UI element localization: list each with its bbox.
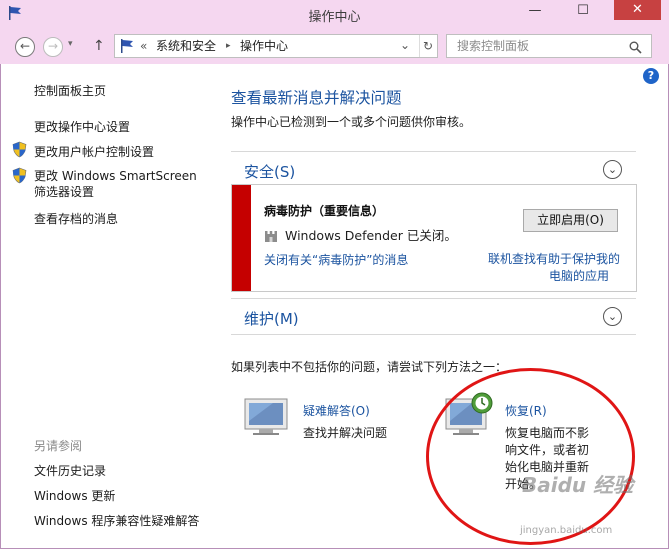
back-button[interactable]: ← [15,37,35,57]
alert-severity-bar [232,185,251,291]
recent-pages-chevron-icon[interactable]: ▾ [68,39,73,49]
uac-shield-icon [12,167,27,188]
intro-text: 操作中心已检测到一个或多个问题供你审核。 [231,115,472,129]
breadcrumb-action-center[interactable]: 操作中心 [240,35,288,57]
defender-castle-icon [264,227,278,246]
forward-button[interactable]: → [43,37,63,57]
security-title: 安全(S) [244,163,296,181]
sidebar-item-archived-messages[interactable]: 查看存档的消息 [34,210,118,227]
defender-status: Windows Defender 已关闭。 [285,228,457,243]
navigation-bar: ← → ▾ ↑ « 系统和安全 ▸ 操作中心 ⌄ ↻ 搜索控制面板 [0,30,669,64]
minimize-button[interactable]: — [520,0,550,22]
security-chevron-icon[interactable]: ⌄ [603,160,622,179]
breadcrumb-overflow[interactable]: « [140,35,147,57]
sidebar-item-control-panel-home[interactable]: 控制面板主页 [34,82,106,99]
sidebar-item-compatibility-troubleshooter[interactable]: Windows 程序兼容性疑难解答 [34,512,199,529]
title-bar: 操作中心 — ☐ ✕ [0,0,669,30]
hint-text: 如果列表中不包括你的问题，请尝试下列方法之一： [231,360,508,374]
refresh-button[interactable]: ↻ [419,35,433,57]
sidebar-item-change-action-center[interactable]: 更改操作中心设置 [34,118,130,135]
help-button[interactable]: ? [643,68,659,84]
breadcrumb-system-security[interactable]: 系统和安全 [156,35,216,57]
search-input[interactable]: 搜索控制面板 [446,34,652,58]
sidebar-item-windows-update[interactable]: Windows 更新 [34,487,115,504]
security-section-header[interactable]: 安全(S) ⌄ [231,151,636,188]
search-icon[interactable] [629,39,642,61]
address-dropdown-icon[interactable]: ⌄ [400,34,410,56]
baidu-watermark-url: jingyan.baidu.com [520,525,613,536]
baidu-watermark: Baidu 经验 [522,473,634,497]
turn-off-virus-messages-link[interactable]: 关闭有关“病毒防护”的消息 [264,251,408,268]
troubleshooting-monitor-icon[interactable] [243,397,291,441]
message-title: 病毒防护（重要信息） [264,204,385,218]
sidebar-item-change-uac[interactable]: 更改用户帐户控制设置 [34,143,154,160]
maximize-button[interactable]: ☐ [568,0,598,22]
address-bar[interactable]: « 系统和安全 ▸ 操作中心 ⌄ ↻ [114,34,438,58]
sidebar-item-file-history[interactable]: 文件历史记录 [34,462,106,479]
search-placeholder: 搜索控制面板 [457,39,530,53]
virus-protection-message: 病毒防护（重要信息） Windows Defender 已关闭。 立即启用(O)… [231,184,637,292]
turn-on-now-button[interactable]: 立即启用(O) [523,209,618,232]
maintenance-section-header[interactable]: 维护(M) ⌄ [231,298,636,335]
troubleshooting-link[interactable]: 疑难解答(O) [303,402,370,419]
see-also-heading: 另请参阅 [34,439,83,453]
sidebar-item-change-smartscreen[interactable]: 更改 Windows SmartScreen 筛选器设置 [34,168,204,200]
flag-icon [119,38,135,61]
breadcrumb-separator-icon[interactable]: ▸ [226,35,231,57]
uac-shield-icon [12,141,27,162]
find-app-online-link[interactable]: 联机查找有助于保护我的 [488,250,620,267]
annotation-circle [426,368,635,545]
divider [231,334,636,335]
maintenance-chevron-icon[interactable]: ⌄ [603,307,622,326]
page-title: 查看最新消息并解决问题 [231,89,402,107]
close-button[interactable]: ✕ [614,0,661,20]
find-app-online-link-cont[interactable]: 电脑的应用 [549,267,609,284]
maintenance-title: 维护(M) [244,310,299,328]
up-button[interactable]: ↑ [93,38,105,54]
troubleshooting-desc: 查找并解决问题 [303,426,388,440]
